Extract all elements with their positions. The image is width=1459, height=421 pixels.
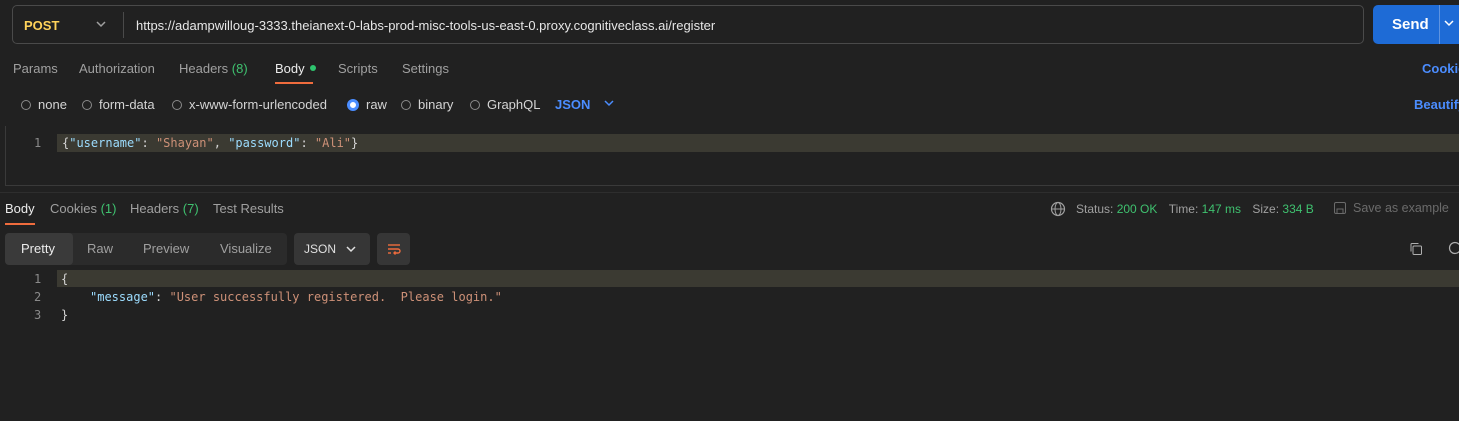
radio-circle-icon: [401, 100, 411, 110]
chevron-down-icon: [604, 100, 614, 107]
chevron-down-icon: [346, 246, 356, 253]
radio-selected-icon: [347, 99, 359, 111]
body-language-label: JSON: [555, 97, 591, 112]
radio-label: form-data: [99, 97, 155, 112]
response-tab-body[interactable]: Body: [5, 201, 35, 216]
tab-scripts[interactable]: Scripts: [338, 61, 378, 76]
view-raw-button[interactable]: Raw: [87, 241, 113, 256]
send-label: Send: [1392, 16, 1429, 33]
active-tab-underline: [275, 82, 313, 84]
radio-graphql[interactable]: GraphQL: [470, 97, 540, 112]
tab-params[interactable]: Params: [13, 61, 58, 76]
line-number: 3: [34, 308, 42, 322]
response-headers-count: (7): [182, 201, 199, 216]
chevron-down-icon[interactable]: [1443, 16, 1455, 34]
beautify-button[interactable]: Beautify: [1414, 97, 1459, 112]
response-tab-cookies-label: Cookies: [50, 201, 97, 216]
save-as-example-button[interactable]: Save as example: [1333, 201, 1449, 215]
json-key: "password": [228, 136, 301, 150]
response-tab-cookies[interactable]: Cookies (1): [50, 201, 116, 216]
radio-label: binary: [418, 97, 454, 112]
search-icon[interactable]: [1447, 241, 1459, 257]
response-tab-headers-label: Headers: [130, 201, 180, 216]
cookies-count: (1): [100, 201, 117, 216]
time-value[interactable]: 147 ms: [1202, 202, 1241, 216]
response-format-select[interactable]: JSON: [294, 233, 370, 265]
json-value: "Ali": [314, 136, 352, 150]
send-button[interactable]: Send: [1373, 5, 1459, 44]
method-select[interactable]: POST: [24, 18, 59, 33]
url-divider: [123, 12, 124, 38]
url-bar: POST https://adampwilloug-3333.theianext…: [12, 5, 1364, 44]
radio-binary[interactable]: binary: [401, 97, 453, 112]
json-value: "User successfully registered. Please lo…: [169, 290, 502, 304]
tab-body-label: Body: [275, 61, 305, 76]
tab-settings[interactable]: Settings: [402, 61, 449, 76]
save-as-example-label: Save as example: [1353, 201, 1449, 215]
url-input[interactable]: https://adampwilloug-3333.theianext-0-la…: [136, 18, 715, 33]
status-label: Status:: [1076, 202, 1114, 216]
radio-circle-icon: [82, 100, 92, 110]
send-split-divider: [1439, 5, 1440, 44]
radio-none[interactable]: none: [21, 97, 67, 112]
copy-icon[interactable]: [1408, 241, 1424, 257]
json-open-brace: {: [61, 272, 69, 286]
cookies-link[interactable]: Cookie: [1422, 61, 1459, 76]
status-value[interactable]: 200 OK: [1117, 202, 1158, 216]
tab-body[interactable]: Body: [275, 61, 316, 76]
radio-circle-icon: [470, 100, 480, 110]
chevron-down-icon[interactable]: [95, 17, 107, 34]
view-mode-group: Pretty Raw Preview Visualize: [5, 233, 287, 265]
radio-circle-icon: [172, 100, 182, 110]
radio-label: GraphQL: [487, 97, 541, 112]
line-number: 1: [34, 136, 42, 150]
globe-icon[interactable]: [1050, 201, 1066, 217]
json-close-brace: }: [61, 308, 69, 322]
radio-circle-icon: [21, 100, 31, 110]
radio-x-www-form-urlencoded[interactable]: x-www-form-urlencoded: [172, 97, 327, 112]
line-number: 2: [34, 290, 42, 304]
request-body-line: {"username": "Shayan", "password": "Ali"…: [62, 136, 359, 150]
wrap-lines-icon: [388, 244, 401, 255]
radio-label: x-www-form-urlencoded: [189, 97, 327, 112]
response-body-line: "message": "User successfully registered…: [90, 290, 502, 304]
save-icon: [1334, 202, 1346, 214]
body-indicator-dot: [309, 65, 316, 71]
time-label: Time:: [1168, 202, 1199, 216]
json-value: "Shayan": [155, 136, 214, 150]
view-visualize-button[interactable]: Visualize: [220, 241, 272, 256]
tab-headers[interactable]: Headers (8): [179, 61, 248, 76]
response-format-label: JSON: [304, 242, 337, 256]
wrap-lines-button[interactable]: [377, 233, 410, 265]
radio-label: raw: [366, 97, 387, 112]
tab-authorization[interactable]: Authorization: [79, 61, 155, 76]
response-tab-headers[interactable]: Headers (7): [130, 201, 199, 216]
radio-raw[interactable]: raw: [347, 97, 387, 112]
radio-label: none: [38, 97, 67, 112]
view-pretty-button[interactable]: Pretty: [21, 241, 55, 256]
line-number: 1: [34, 272, 42, 286]
response-tab-test-results[interactable]: Test Results: [213, 201, 284, 216]
response-status-bar: Status: 200 OK Time: 147 ms Size: 334 B: [1050, 201, 1314, 217]
pane-divider[interactable]: [0, 192, 1459, 193]
body-language-select[interactable]: JSON: [555, 97, 616, 112]
radio-form-data[interactable]: form-data: [82, 97, 155, 112]
size-label: Size:: [1252, 202, 1280, 216]
active-line-highlight: [57, 270, 1459, 287]
json-key: "message": [90, 290, 156, 304]
json-key: "username": [69, 136, 142, 150]
active-tab-underline: [5, 223, 35, 225]
tab-headers-label: Headers: [179, 61, 229, 76]
size-value[interactable]: 334 B: [1282, 202, 1313, 216]
headers-count: (8): [231, 61, 248, 76]
view-preview-button[interactable]: Preview: [143, 241, 189, 256]
